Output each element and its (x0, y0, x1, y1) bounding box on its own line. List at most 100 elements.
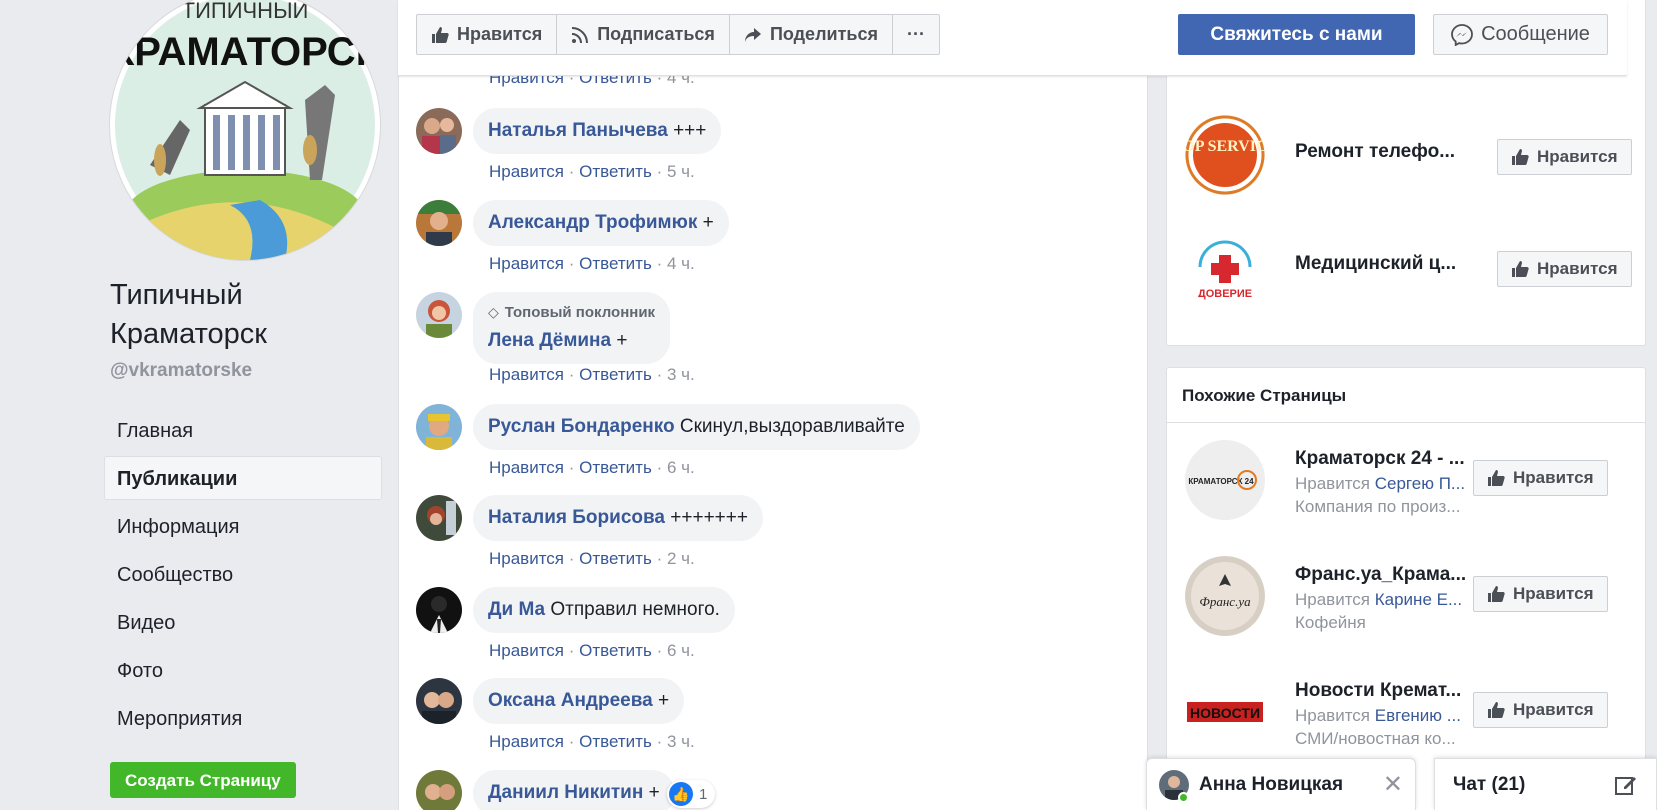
commenter-avatar[interactable] (416, 108, 462, 154)
page-name[interactable]: Ремонт телефо... (1295, 141, 1477, 163)
nav-item-photos[interactable]: Фото (104, 648, 382, 692)
comment-author[interactable]: Руслан Бондаренко (488, 416, 675, 437)
page-thumb[interactable]: НОВОСТИ (1185, 672, 1265, 752)
share-button[interactable]: Поделиться (730, 15, 893, 54)
like-reaction-icon: 👍 (669, 782, 693, 806)
like-page-button[interactable]: Нравится (1473, 460, 1608, 496)
reply-link[interactable]: Ответить (579, 458, 652, 477)
reply-link[interactable]: Ответить (579, 732, 652, 751)
reply-link[interactable]: Ответить (579, 254, 652, 273)
page-thumb[interactable]: КРАМАТОРСК 24 (1185, 440, 1265, 520)
chat-sidebar-tab[interactable]: Чат (21) (1434, 758, 1657, 810)
create-page-button[interactable]: Создать Страницу (110, 762, 296, 798)
nav-item-videos[interactable]: Видео (104, 600, 382, 644)
comment-bubble: Александр Трофимюк + (473, 200, 729, 246)
reply-link[interactable]: Ответить (579, 162, 652, 181)
page-handle[interactable]: @vkramatorske (110, 360, 252, 382)
reaction-count-badge[interactable]: 👍 1 (667, 780, 716, 808)
comment-text: +++++++ (670, 507, 748, 528)
comment-author[interactable]: Даниил Никитин (488, 782, 643, 803)
like-link[interactable]: Нравится (489, 549, 564, 568)
rss-icon (572, 26, 589, 43)
close-icon[interactable]: ✕ (1383, 770, 1403, 799)
nav-item-events[interactable]: Мероприятия (104, 696, 382, 740)
message-label: Сообщение (1481, 23, 1590, 45)
commenter-avatar[interactable] (416, 770, 462, 810)
share-label: Поделиться (769, 24, 878, 44)
nav-item-home[interactable]: Главная (104, 408, 382, 452)
like-link[interactable]: Нравится (489, 254, 564, 273)
like-page-label: Нравится (1513, 700, 1594, 719)
nav-item-posts[interactable]: Публикации (104, 456, 382, 500)
friend-likes: Нравится Карине Е... (1295, 590, 1477, 610)
thumbs-up-icon (1488, 586, 1505, 602)
comment-text: + (702, 212, 714, 233)
logo-text: TOP SERVICE (1185, 138, 1265, 155)
friend-name[interactable]: Евгению ... (1375, 706, 1461, 725)
logo-text: Франс.уа (1199, 594, 1251, 609)
commenter-avatar[interactable] (416, 200, 462, 246)
contact-us-button[interactable]: Свяжитесь с нами (1178, 14, 1415, 55)
message-button[interactable]: Сообщение (1433, 14, 1608, 55)
like-page-button[interactable]: Нравится (1497, 139, 1632, 175)
follow-button[interactable]: Подписаться (557, 15, 730, 54)
reply-link[interactable]: Ответить (579, 549, 652, 568)
liked-prefix: Нравится (1295, 706, 1371, 725)
commenter-avatar[interactable] (416, 678, 462, 724)
page-thumb[interactable]: ДОВЕРИЕ (1185, 227, 1265, 307)
chat-label: Чат (21) (1453, 773, 1526, 795)
commenter-avatar[interactable] (416, 587, 462, 633)
similar-pages-title: Похожие Страницы (1167, 368, 1645, 423)
comment-author[interactable]: Наталья Панычева (488, 120, 668, 141)
like-link[interactable]: Нравится (489, 732, 564, 751)
comment-author[interactable]: Лена Дёмина (488, 330, 611, 351)
friend-name[interactable]: Карине Е... (1375, 590, 1462, 609)
friend-name[interactable]: Сергею П... (1375, 474, 1465, 493)
nav-item-about[interactable]: Информация (104, 504, 382, 548)
thumbs-up-icon (432, 26, 449, 43)
like-page-main-button[interactable]: Нравится (417, 15, 558, 54)
like-link[interactable]: Нравится (489, 641, 564, 660)
comment-bubble: Наталья Панычева +++ (473, 108, 722, 154)
page-thumb[interactable]: Франс.уа (1185, 556, 1265, 636)
comment-text: + (658, 690, 670, 711)
comment-author[interactable]: Оксана Андреева (488, 690, 653, 711)
comment-author[interactable]: Александр Трофимюк (488, 212, 697, 233)
commenter-avatar[interactable] (416, 292, 462, 338)
commenter-avatar[interactable] (416, 495, 462, 541)
like-page-button[interactable]: Нравится (1497, 251, 1632, 287)
comment-meta: Нравится · Ответить · 6 ч. (489, 458, 695, 478)
page-name[interactable]: Новости Кремат... (1295, 680, 1477, 702)
meta-separator: · (656, 162, 663, 181)
page-title: Типичный Краматорск (110, 279, 267, 350)
comment-item: Оксана Андреева + Нравится · Ответить · … (416, 678, 1136, 758)
reply-link[interactable]: Ответить (579, 365, 652, 384)
like-link[interactable]: Нравится (489, 365, 564, 384)
page-name[interactable]: Франс.уа_Крама... (1295, 564, 1477, 586)
like-link[interactable]: Нравится (489, 458, 564, 477)
like-page-button[interactable]: Нравится (1473, 692, 1608, 728)
comment-author[interactable]: Ди Ма (488, 599, 545, 620)
compose-icon[interactable] (1614, 773, 1638, 797)
page-thumb[interactable]: TOP SERVICE (1185, 115, 1265, 195)
like-link[interactable]: Нравится (489, 162, 564, 181)
page-name[interactable]: Медицинский ц... (1295, 253, 1477, 275)
comment-time: 5 ч. (666, 162, 695, 181)
more-dots-icon: ··· (906, 24, 925, 44)
comment-text: Скинул,выздоравливайте (679, 416, 905, 437)
meta-separator: · (568, 254, 575, 273)
meta-separator: · (568, 162, 575, 181)
more-options-button[interactable]: ··· (893, 15, 939, 54)
like-page-button[interactable]: Нравится (1473, 576, 1608, 612)
reply-link[interactable]: Ответить (579, 641, 652, 660)
comment-text: +++ (673, 120, 707, 141)
commenter-avatar[interactable] (416, 404, 462, 450)
chat-conversation-tab[interactable]: Анна Новицкая ✕ (1146, 758, 1416, 810)
comment-item: ◇ Топовый поклонник Лена Дёмина + Нравитс… (416, 292, 1136, 384)
comment-bubble: Оксана Андреева + (473, 678, 685, 724)
thumbs-up-icon (1512, 261, 1529, 277)
comment-author[interactable]: Наталия Борисова (488, 507, 665, 528)
nav-item-community[interactable]: Сообщество (104, 552, 382, 596)
page-name[interactable]: Краматорск 24 - ... (1295, 448, 1477, 470)
page-profile-picture[interactable]: ТИПИЧНЫЙ КРАМАТОРСК (110, 0, 380, 260)
